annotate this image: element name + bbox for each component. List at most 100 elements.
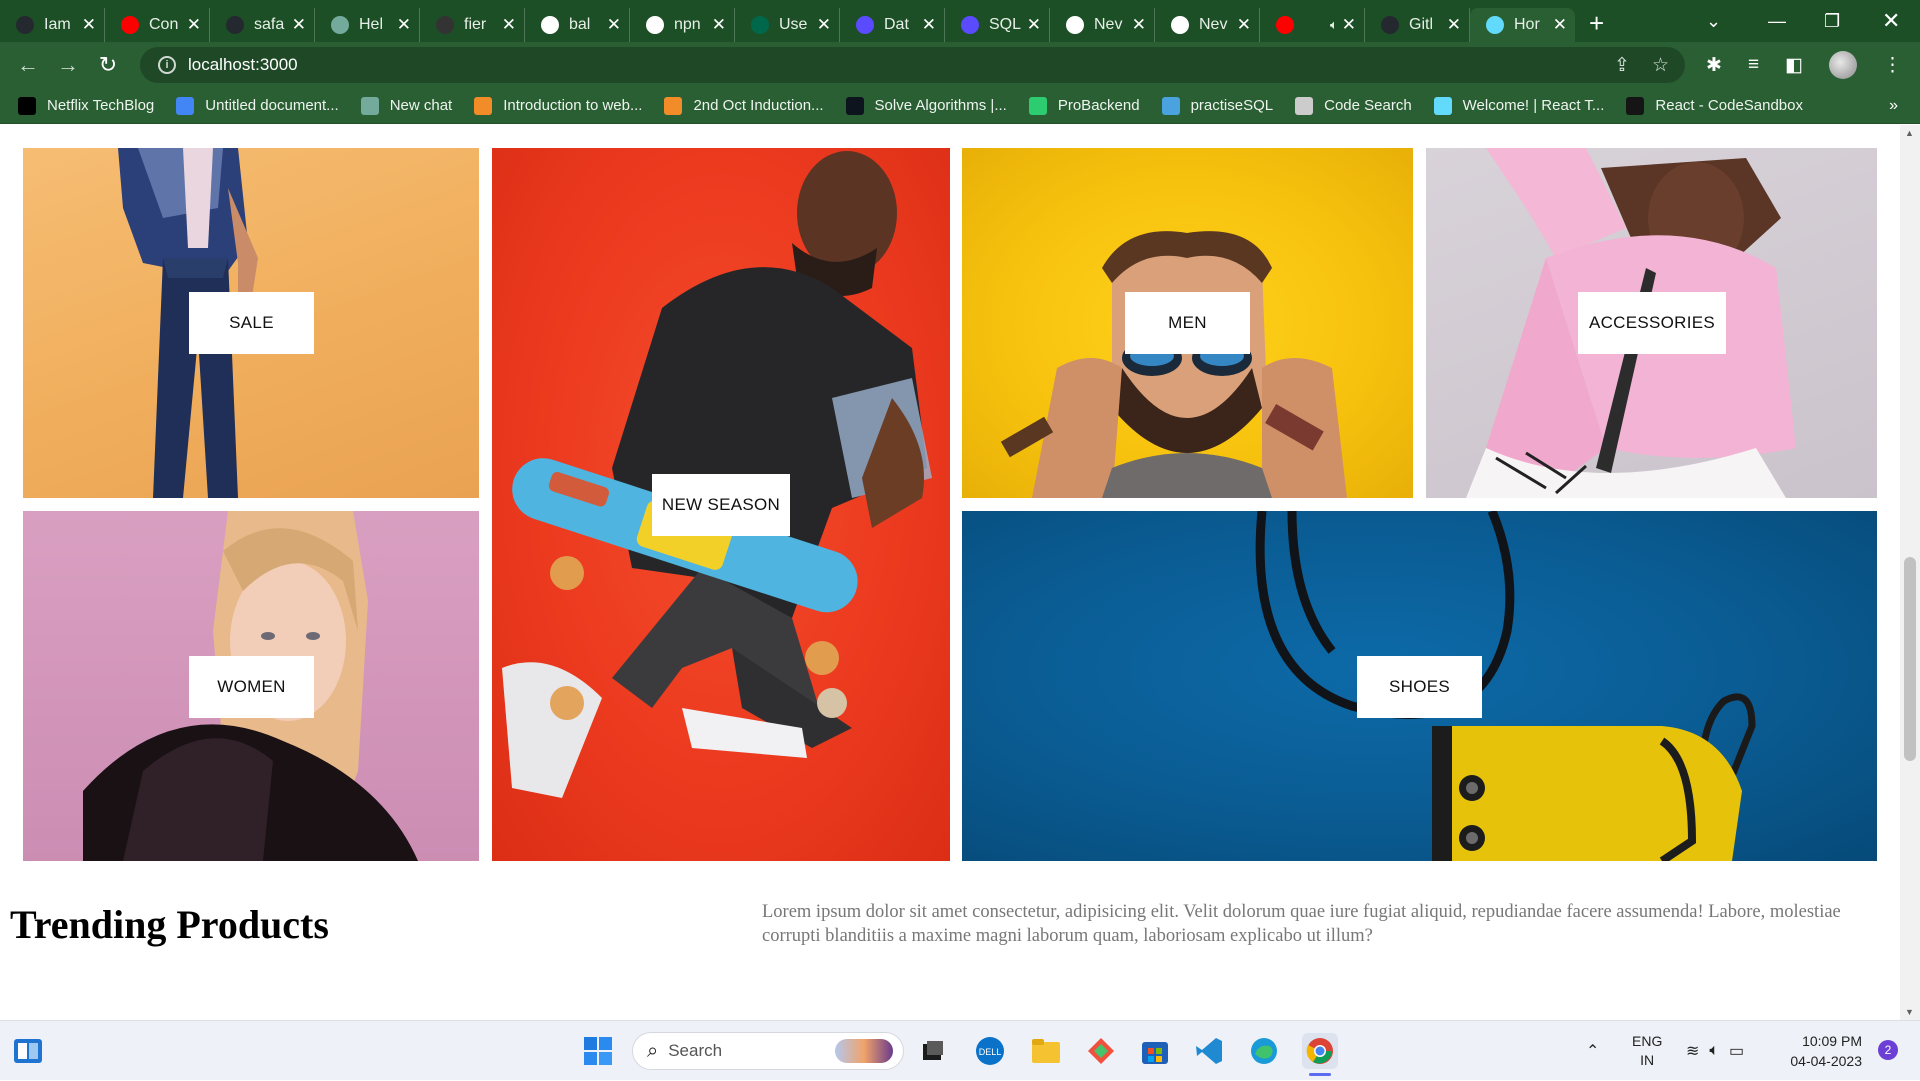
file-explorer-icon[interactable]: [1028, 1033, 1064, 1069]
microsoft-store-icon[interactable]: [1137, 1033, 1173, 1069]
scroll-up-icon[interactable]: ▲: [1905, 128, 1914, 138]
menu-icon[interactable]: ⋮: [1883, 54, 1902, 77]
close-tab-icon[interactable]: ✕: [292, 15, 306, 35]
chrome-icon[interactable]: [1302, 1033, 1338, 1069]
widgets-icon[interactable]: [10, 1033, 46, 1069]
tab-audio-icon[interactable]: 🔈︎: [1330, 17, 1338, 33]
browser-tab[interactable]: safa ✕: [210, 8, 315, 42]
new-tab-button[interactable]: +: [1589, 8, 1604, 39]
tab-title: Gitl: [1409, 16, 1433, 33]
more-bookmarks-icon[interactable]: »: [1889, 97, 1898, 115]
language-indicator[interactable]: ENG IN: [1632, 1021, 1662, 1081]
start-icon[interactable]: [580, 1033, 616, 1069]
close-tab-icon[interactable]: ✕: [397, 15, 411, 35]
tab-title: fier: [464, 16, 487, 33]
back-button[interactable]: ←: [8, 52, 48, 78]
browser-tab[interactable]: npn ✕: [630, 8, 735, 42]
side-panel-icon[interactable]: ◧: [1785, 54, 1803, 77]
scrollbar-thumb[interactable]: [1904, 557, 1916, 761]
browser-tab[interactable]: Iam ✕: [0, 8, 105, 42]
tab-title: npn: [674, 16, 701, 33]
category-tile-shoes[interactable]: SHOES: [962, 511, 1877, 861]
bookmark-item[interactable]: 2nd Oct Induction...: [664, 96, 824, 115]
bookmark-label: 2nd Oct Induction...: [693, 97, 824, 114]
address-bar[interactable]: i localhost:3000 ⇪ ☆: [140, 47, 1685, 83]
site-info-icon[interactable]: i: [158, 56, 176, 74]
category-tile-sale[interactable]: SALE: [23, 148, 479, 498]
close-tab-icon[interactable]: ✕: [712, 15, 726, 35]
bookmark-label: ProBackend: [1057, 97, 1140, 114]
bookmark-item[interactable]: Introduction to web...: [474, 96, 642, 115]
close-tab-icon[interactable]: ✕: [922, 15, 936, 35]
bookmark-item[interactable]: ProBackend: [1028, 96, 1140, 115]
browser-tab[interactable]: Use ✕: [735, 8, 840, 42]
reload-button[interactable]: ↻: [88, 52, 128, 78]
browser-tab[interactable]: Hel ✕: [315, 8, 420, 42]
close-tab-icon[interactable]: ✕: [817, 15, 831, 35]
system-tray[interactable]: ≋ 🔈︎ ▭: [1686, 1021, 1744, 1081]
bookmark-label: Solve Algorithms |...: [874, 97, 1007, 114]
bookmark-item[interactable]: React - CodeSandbox: [1626, 96, 1803, 115]
sql-icon: [856, 16, 874, 34]
category-label: WOMEN: [189, 656, 314, 718]
page-scrollbar[interactable]: ▲ ▼: [1900, 125, 1920, 1020]
browser-tab[interactable]: Con ✕: [105, 8, 210, 42]
scroll-down-icon[interactable]: ▼: [1905, 1007, 1914, 1017]
bookmark-item[interactable]: Welcome! | React T...: [1433, 96, 1604, 115]
browser-tab[interactable]: 🔈︎ ✕: [1260, 8, 1365, 42]
category-tile-men[interactable]: MEN: [962, 148, 1413, 498]
share-icon[interactable]: ⇪: [1614, 54, 1630, 77]
close-tab-icon[interactable]: ✕: [82, 15, 96, 35]
browser-tab[interactable]: Gitl ✕: [1365, 8, 1470, 42]
taskbar-search[interactable]: ⌕ Search: [632, 1032, 904, 1070]
bookmark-star-icon[interactable]: ☆: [1652, 54, 1669, 77]
close-tab-icon[interactable]: ✕: [1447, 15, 1461, 35]
close-tab-icon[interactable]: ✕: [1237, 15, 1251, 35]
close-tab-icon[interactable]: ✕: [607, 15, 621, 35]
clock[interactable]: 10:09 PM 04-04-2023: [1790, 1031, 1862, 1071]
browser-tab[interactable]: Dat ✕: [840, 8, 945, 42]
bookmark-item[interactable]: Netflix TechBlog: [18, 96, 154, 115]
close-tab-icon[interactable]: ✕: [1342, 15, 1356, 35]
browser-tab[interactable]: Hor ✕: [1470, 8, 1575, 42]
close-window-button[interactable]: ✕: [1882, 0, 1900, 42]
close-tab-icon[interactable]: ✕: [1132, 15, 1146, 35]
chrome-icon: [1066, 16, 1084, 34]
bookmark-label: React - CodeSandbox: [1655, 97, 1803, 114]
git-kraken-icon[interactable]: [1083, 1033, 1119, 1069]
minimize-button[interactable]: —: [1768, 0, 1786, 42]
browser-tab[interactable]: Nev ✕: [1155, 8, 1260, 42]
media-control-icon[interactable]: ≡: [1748, 54, 1759, 76]
close-tab-icon[interactable]: ✕: [502, 15, 516, 35]
restore-button[interactable]: ❐: [1824, 0, 1840, 42]
close-tab-icon[interactable]: ✕: [1553, 15, 1567, 35]
extensions-icon[interactable]: ✱: [1706, 54, 1722, 77]
task-view-icon[interactable]: [915, 1033, 951, 1069]
bookmark-item[interactable]: practiseSQL: [1161, 96, 1273, 115]
section-title: Trending Products: [10, 902, 329, 947]
bookmark-item[interactable]: Untitled document...: [176, 96, 339, 115]
browser-tab[interactable]: SQL ✕: [945, 8, 1050, 42]
language-text: ENG: [1632, 1033, 1663, 1049]
google-icon: [646, 16, 664, 34]
category-tile-women[interactable]: WOMEN: [23, 511, 479, 861]
close-tab-icon[interactable]: ✕: [1027, 15, 1041, 35]
notification-badge[interactable]: 2: [1878, 1040, 1898, 1060]
category-label: ACCESSORIES: [1578, 292, 1726, 354]
tab-search-icon[interactable]: ⌄: [1706, 0, 1721, 42]
browser-tab[interactable]: fier ✕: [420, 8, 525, 42]
dell-icon[interactable]: DELL: [972, 1033, 1008, 1069]
browser-tab[interactable]: bal ✕: [525, 8, 630, 42]
category-tile-new-season[interactable]: NEW SEASON: [492, 148, 950, 861]
edge-icon[interactable]: [1246, 1033, 1282, 1069]
close-tab-icon[interactable]: ✕: [187, 15, 201, 35]
bookmark-item[interactable]: New chat: [360, 96, 452, 115]
vscode-icon[interactable]: [1191, 1033, 1227, 1069]
forward-button[interactable]: →: [48, 52, 88, 78]
browser-tab[interactable]: Nev ✕: [1050, 8, 1155, 42]
show-hidden-icons[interactable]: ⌃: [1586, 1021, 1599, 1081]
profile-avatar[interactable]: [1829, 51, 1857, 79]
category-tile-accessories[interactable]: ACCESSORIES: [1426, 148, 1877, 498]
bookmark-item[interactable]: Solve Algorithms |...: [845, 96, 1007, 115]
bookmark-item[interactable]: Code Search: [1295, 96, 1412, 115]
